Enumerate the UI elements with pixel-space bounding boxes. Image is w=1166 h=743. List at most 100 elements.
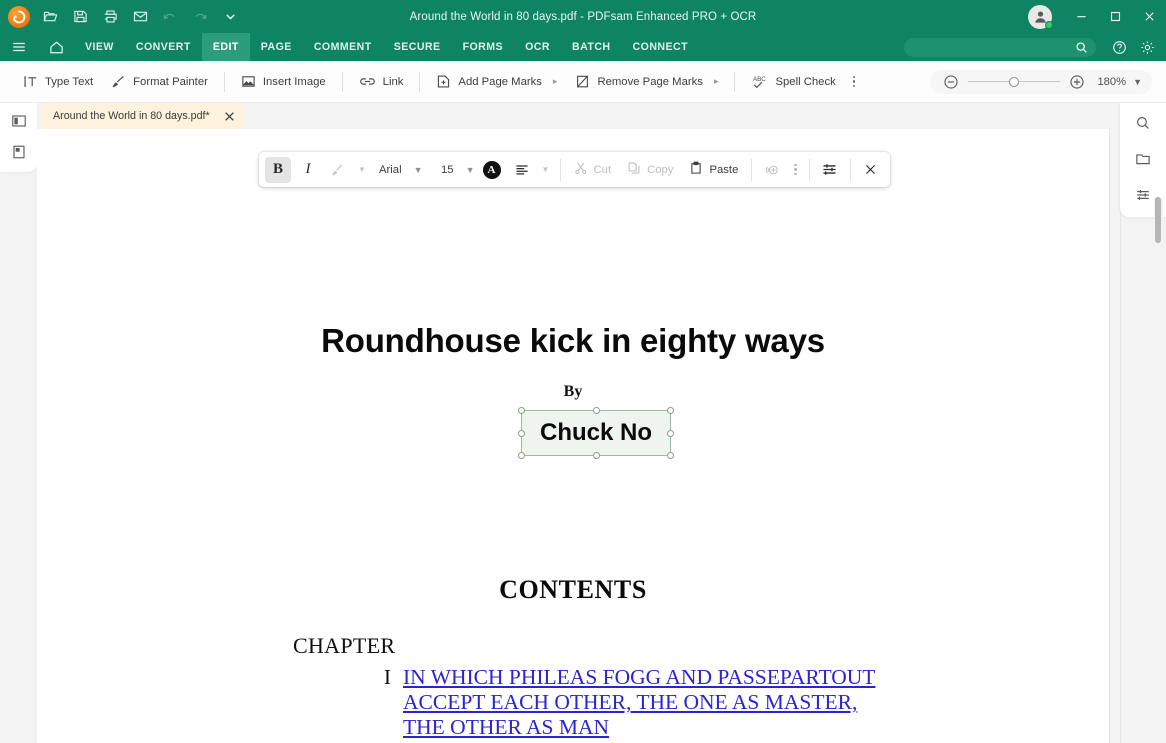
paste-label: Paste	[709, 164, 738, 176]
menu-hamburger-icon[interactable]	[0, 33, 38, 61]
remove-page-marks-button[interactable]: Remove Page Marks ▸	[566, 69, 727, 94]
search-input[interactable]	[912, 41, 1075, 53]
document-tab[interactable]: Around the World in 80 days.pdf*	[42, 103, 244, 129]
panel-icon[interactable]	[1130, 147, 1156, 171]
resize-handle-sw[interactable]	[518, 452, 525, 459]
type-text-label: Type Text	[45, 76, 93, 88]
save-icon[interactable]	[66, 4, 94, 30]
resize-handle-n[interactable]	[593, 407, 600, 414]
properties-sliders-icon[interactable]	[817, 157, 843, 183]
toc-entry-link[interactable]: IN WHICH PHILEAS FOGG AND PASSEPARTOUT A…	[403, 665, 895, 740]
floating-format-toolbar: B I ▼ Arial ▼ 15 ▼ A	[259, 152, 890, 187]
ribbon-tab-bar: VIEW CONVERT EDIT PAGE COMMENT SECURE FO…	[0, 33, 1166, 61]
document-tab-label: Around the World in 80 days.pdf*	[53, 110, 210, 122]
font-color-button[interactable]: A	[479, 157, 505, 183]
online-status-dot	[1045, 21, 1053, 29]
search-icon	[1075, 41, 1088, 54]
tab-convert[interactable]: CONVERT	[125, 33, 202, 61]
link-icon	[359, 74, 376, 89]
resize-handle-se[interactable]	[667, 452, 674, 459]
spell-check-button[interactable]: ABC Spell Check	[742, 69, 844, 95]
tab-connect[interactable]: CONNECT	[622, 33, 700, 61]
home-icon[interactable]	[38, 33, 74, 61]
toolbar-separator	[224, 72, 225, 92]
zoom-level-label: 180%	[1097, 76, 1126, 88]
right-rail	[1120, 103, 1166, 743]
format-painter-button[interactable]: Format Painter	[102, 69, 217, 94]
close-icon[interactable]	[222, 109, 237, 124]
font-size-select[interactable]: 15 ▼	[433, 157, 477, 183]
resize-handle-e[interactable]	[667, 430, 674, 437]
pdf-page[interactable]: Roundhouse kick in eighty ways By Chuck …	[37, 129, 1109, 743]
page-thumbnail-icon[interactable]	[6, 140, 32, 164]
resize-handle-w[interactable]	[518, 430, 525, 437]
tab-forms[interactable]: FORMS	[452, 33, 515, 61]
chevron-right-icon[interactable]: ▸	[553, 76, 558, 87]
format-painter-icon	[111, 74, 126, 89]
redo-icon	[186, 4, 214, 30]
font-family-value: Arial	[379, 164, 402, 176]
search-box[interactable]	[904, 38, 1096, 57]
tab-ocr[interactable]: OCR	[514, 33, 561, 61]
align-dropdown-icon[interactable]: ▼	[539, 157, 553, 183]
close-button[interactable]	[1132, 0, 1166, 33]
font-color-label: A	[483, 161, 501, 179]
type-text-button[interactable]: Type Text	[14, 69, 102, 94]
zoom-out-button[interactable]	[940, 74, 962, 90]
zoom-dropdown-icon[interactable]: ▼	[1133, 77, 1142, 87]
format-overflow-button[interactable]	[787, 158, 803, 181]
zoom-in-button[interactable]	[1066, 74, 1088, 90]
paste-button[interactable]: Paste	[681, 157, 746, 183]
bold-button[interactable]: B	[265, 157, 291, 183]
panel-toggle-icon[interactable]	[6, 109, 32, 133]
insert-image-button[interactable]: Insert Image	[232, 69, 335, 94]
tab-page[interactable]: PAGE	[250, 33, 303, 61]
mail-icon[interactable]	[126, 4, 154, 30]
resize-handle-ne[interactable]	[667, 407, 674, 414]
search-icon[interactable]	[1130, 111, 1156, 135]
toolbar-overflow-button[interactable]	[845, 70, 864, 94]
open-folder-icon[interactable]	[36, 4, 64, 30]
print-icon[interactable]	[96, 4, 124, 30]
document-title: Roundhouse kick in eighty ways	[37, 322, 1109, 360]
copy-label: Copy	[647, 164, 673, 176]
copy-button[interactable]: Copy	[619, 157, 681, 183]
tab-batch[interactable]: BATCH	[561, 33, 622, 61]
toolbar-separator	[419, 72, 420, 92]
vertical-scrollbar[interactable]	[1154, 197, 1163, 739]
tab-view[interactable]: VIEW	[74, 33, 125, 61]
italic-button[interactable]: I	[295, 157, 321, 183]
minimize-button[interactable]	[1064, 0, 1098, 33]
title-bar: Around the World in 80 days.pdf - PDFsam…	[0, 0, 1166, 33]
sliders-icon[interactable]	[1130, 183, 1156, 207]
resize-handle-nw[interactable]	[518, 407, 525, 414]
close-format-toolbar-button[interactable]	[858, 157, 884, 183]
scrollbar-thumb[interactable]	[1155, 197, 1161, 243]
zoom-slider[interactable]	[968, 75, 1060, 89]
page-viewport[interactable]: Roundhouse kick in eighty ways By Chuck …	[37, 129, 1120, 743]
tab-secure[interactable]: SECURE	[383, 33, 452, 61]
chevron-right-icon[interactable]: ▸	[714, 76, 719, 87]
undo-icon	[156, 4, 184, 30]
align-left-icon[interactable]	[509, 157, 535, 183]
add-page-marks-button[interactable]: Add Page Marks ▸	[427, 69, 566, 94]
tab-edit[interactable]: EDIT	[202, 33, 250, 61]
tab-comment[interactable]: COMMENT	[303, 33, 383, 61]
cut-button[interactable]: Cut	[566, 157, 620, 183]
zoom-slider-thumb[interactable]	[1009, 77, 1019, 87]
selected-textbox[interactable]: Chuck No	[521, 410, 671, 456]
gear-icon[interactable]	[1134, 36, 1160, 58]
help-icon[interactable]	[1106, 36, 1132, 58]
chevron-down-icon[interactable]	[216, 4, 244, 30]
link-button[interactable]: Link	[350, 69, 413, 94]
resize-handle-s[interactable]	[593, 452, 600, 459]
maximize-button[interactable]	[1098, 0, 1132, 33]
avatar[interactable]	[1028, 5, 1052, 29]
app-logo-icon	[8, 6, 30, 28]
type-text-icon	[23, 74, 38, 89]
font-family-select[interactable]: Arial ▼	[371, 157, 433, 183]
highlighter-icon[interactable]	[325, 157, 351, 183]
highlighter-dropdown-icon[interactable]: ▼	[355, 157, 369, 183]
add-circle-icon[interactable]	[759, 157, 785, 183]
clipboard-icon	[689, 161, 703, 178]
